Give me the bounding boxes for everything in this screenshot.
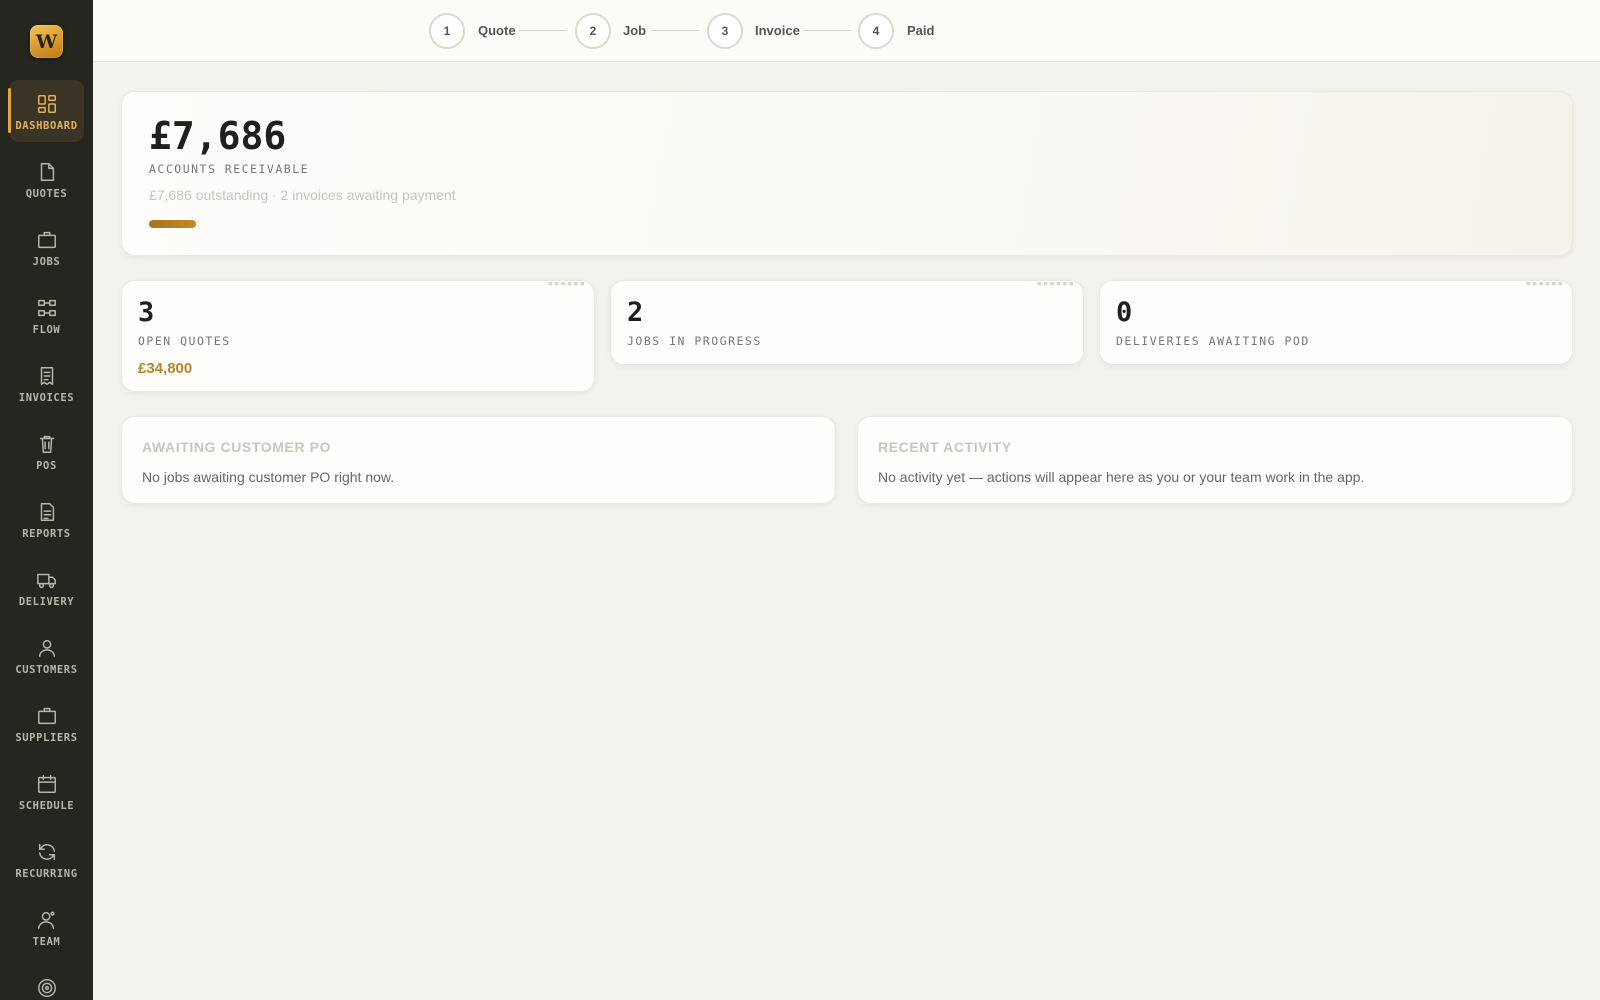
sidebar-item-label: DELIVERY <box>18 596 75 608</box>
receivable-subtitle: £7,686 outstanding · 2 invoices awaiting… <box>149 187 456 203</box>
step-job-number[interactable]: 2 <box>575 13 611 49</box>
step-paid-label[interactable]: Paid <box>907 23 934 38</box>
panel-title: AWAITING CUSTOMER PO <box>142 439 332 455</box>
step-connector <box>803 30 851 31</box>
sidebar-item-label: QUOTES <box>25 188 68 200</box>
document-icon <box>40 163 54 181</box>
calendar-icon <box>37 775 56 793</box>
sidebar-item-label: FLOW <box>32 324 61 336</box>
sidebar-item-jobs[interactable]: JOBS <box>9 216 84 278</box>
sidebar-item-label: POS <box>36 460 57 472</box>
user-icon <box>38 639 55 657</box>
truck-icon <box>36 573 56 589</box>
sidebar-item-label: DASHBOARD <box>15 120 78 132</box>
awaiting-customer-po-panel: AWAITING CUSTOMER PO No jobs awaiting cu… <box>121 416 836 504</box>
sidebar-item-more[interactable] <box>9 964 84 1000</box>
sidebar-item-label: CUSTOMERS <box>15 664 78 676</box>
stat-card-open-quotes[interactable]: ▪▪▪▪▪▪ 3 OPEN QUOTES £34,800 <box>121 279 595 392</box>
sidebar-item-delivery[interactable]: DELIVERY <box>9 556 84 618</box>
receipt-icon <box>40 367 53 385</box>
step-connector <box>651 30 699 31</box>
sidebar-item-label: INVOICES <box>18 392 75 404</box>
receivable-label: ACCOUNTS RECEIVABLE <box>149 162 310 176</box>
stat-number: 2 <box>627 297 644 328</box>
refresh-icon <box>38 843 55 861</box>
step-job-label[interactable]: Job <box>623 23 646 38</box>
dashboard-icon <box>37 95 56 113</box>
step-connector <box>519 30 567 31</box>
logo-letter: W <box>35 30 58 53</box>
sidebar-item-dashboard[interactable]: DASHBOARD <box>8 80 84 142</box>
sidebar-item-invoices[interactable]: INVOICES <box>9 352 84 414</box>
receivable-progress-bar <box>149 220 196 228</box>
team-icon <box>37 911 55 929</box>
target-icon <box>37 979 56 997</box>
recent-activity-panel: RECENT ACTIVITY No activity yet — action… <box>857 416 1573 504</box>
stat-label: JOBS IN PROGRESS <box>627 334 762 348</box>
sidebar-item-recurring[interactable]: RECURRING <box>9 828 84 890</box>
sidebar-item-label: SCHEDULE <box>18 800 75 812</box>
sidebar-item-schedule[interactable]: SCHEDULE <box>9 760 84 822</box>
sidebar-item-flow[interactable]: FLOW <box>9 284 84 346</box>
report-icon <box>40 503 54 521</box>
step-paid-number[interactable]: 4 <box>858 13 894 49</box>
sidebar-item-label: RECURRING <box>15 868 78 880</box>
sidebar-item-team[interactable]: TEAM <box>9 896 84 958</box>
stat-number: 3 <box>138 297 155 328</box>
step-invoice-number[interactable]: 3 <box>707 13 743 49</box>
step-quote-number[interactable]: 1 <box>429 13 465 49</box>
panel-title: RECENT ACTIVITY <box>878 439 1012 455</box>
panel-empty-text: No activity yet — actions will appear he… <box>878 469 1365 485</box>
step-invoice-label[interactable]: Invoice <box>755 23 800 38</box>
stat-card-jobs-in-progress[interactable]: ▪▪▪▪▪▪ 2 JOBS IN PROGRESS <box>610 279 1084 365</box>
sidebar-item-quotes[interactable]: QUOTES <box>9 148 84 210</box>
briefcase-icon <box>37 231 56 249</box>
app-logo[interactable]: W <box>30 25 63 58</box>
panel-empty-text: No jobs awaiting customer PO right now. <box>142 469 395 485</box>
flow-icon <box>37 299 56 317</box>
stat-label: DELIVERIES AWAITING POD <box>1116 334 1310 348</box>
workflow-bar: 1 Quote 2 Job 3 Invoice 4 Paid <box>93 0 1600 62</box>
receivable-amount: £7,686 <box>149 114 287 158</box>
card-decoration: ▪▪▪▪▪▪ <box>547 279 586 289</box>
stat-value: £34,800 <box>138 360 193 377</box>
accounts-receivable-card[interactable]: £7,686 ACCOUNTS RECEIVABLE £7,686 outsta… <box>121 91 1573 256</box>
stat-label: OPEN QUOTES <box>138 334 231 348</box>
sidebar: W DASHBOARD QUOTES JOBS FLOW INVOICES PO… <box>0 0 93 1000</box>
card-decoration: ▪▪▪▪▪▪ <box>1036 279 1075 289</box>
briefcase-icon <box>37 707 56 725</box>
sidebar-item-label: SUPPLIERS <box>15 732 78 744</box>
sidebar-item-label: JOBS <box>32 256 61 268</box>
stat-number: 0 <box>1116 297 1133 328</box>
stat-card-deliveries-awaiting-pod[interactable]: ▪▪▪▪▪▪ 0 DELIVERIES AWAITING POD <box>1099 279 1573 365</box>
sidebar-item-label: REPORTS <box>22 528 71 540</box>
sidebar-item-label: TEAM <box>32 936 61 948</box>
step-quote-label[interactable]: Quote <box>478 23 516 38</box>
sidebar-item-customers[interactable]: CUSTOMERS <box>9 624 84 686</box>
card-decoration: ▪▪▪▪▪▪ <box>1525 279 1564 289</box>
sidebar-item-pos[interactable]: POS <box>9 420 84 482</box>
sidebar-item-reports[interactable]: REPORTS <box>9 488 84 550</box>
trash-icon <box>39 435 54 453</box>
sidebar-item-suppliers[interactable]: SUPPLIERS <box>9 692 84 754</box>
